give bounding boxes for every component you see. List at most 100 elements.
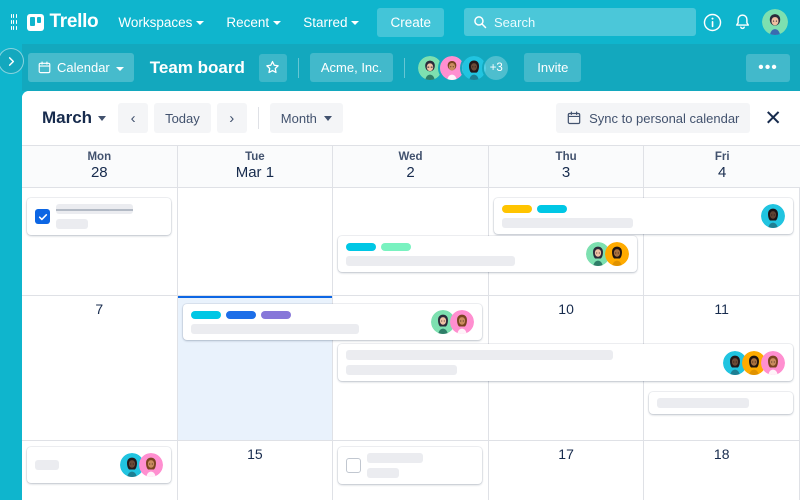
card-label-row: [501, 204, 755, 213]
sync-button-label: Sync to personal calendar: [589, 110, 740, 126]
member-2-avatar[interactable]: [449, 310, 474, 334]
card-member-avatars: [430, 310, 474, 334]
calendar-day-cell[interactable]: [177, 188, 334, 296]
month-selector[interactable]: March: [36, 104, 112, 132]
nav-item-recent[interactable]: Recent: [218, 9, 289, 36]
member-2-avatar[interactable]: [138, 453, 163, 477]
chevron-down-icon: [196, 21, 205, 25]
calendar-card[interactable]: [182, 304, 482, 340]
card-body: [346, 242, 580, 266]
search-icon: [474, 16, 487, 29]
chevron-down-icon: [115, 66, 124, 71]
star-button[interactable]: [258, 53, 287, 82]
day-header-name: Wed: [398, 151, 423, 163]
calendar-card[interactable]: [493, 198, 793, 234]
card-label-row: [346, 242, 580, 251]
trello-logo[interactable]: Trello: [27, 11, 99, 33]
calendar-day-cell-18[interactable]: 18: [644, 441, 800, 500]
search-input[interactable]: [494, 14, 687, 30]
card-label-row: [190, 310, 425, 319]
card-title-placeholder: [190, 323, 360, 334]
nav-item-starred[interactable]: Starred: [295, 9, 367, 36]
member-4-avatar[interactable]: [760, 204, 785, 228]
card-body: [35, 460, 114, 470]
day-header-name: Fri: [714, 151, 730, 163]
card-member-avatars: [586, 242, 630, 266]
card-body: [501, 204, 755, 228]
calendar-panel: March ‹ Today › Month Sync to personal c…: [22, 91, 800, 500]
member-5-avatar[interactable]: [605, 242, 630, 266]
board-header-bar: Calendar Team board Acme, Inc. +3 Invite…: [0, 44, 800, 91]
workspace-name-chip[interactable]: Acme, Inc.: [309, 53, 394, 82]
day-header-row: Mon 28 Tue Mar 1 Wed 2 Thu 3 Fri 4: [22, 146, 800, 188]
close-calendar-button[interactable]: ✕: [760, 108, 786, 129]
sync-personal-calendar-button[interactable]: Sync to personal calendar: [556, 103, 751, 133]
brand-name: Trello: [49, 11, 99, 32]
calendar-day-cell-15[interactable]: 15: [177, 441, 334, 500]
nav-label-starred: Starred: [303, 14, 348, 30]
invite-button[interactable]: Invite: [524, 53, 582, 82]
day-header-number: Mar 1: [235, 164, 275, 181]
calendar-day-cell-7[interactable]: 7: [22, 296, 178, 441]
calendar-card[interactable]: [649, 392, 793, 414]
calendar-weeks: 7891011 141: [22, 188, 800, 500]
day-header-name: Thu: [555, 151, 577, 163]
card-label[interactable]: [381, 242, 412, 251]
view-switcher-calendar[interactable]: Calendar: [28, 53, 134, 82]
card-title-placeholder: [56, 219, 88, 229]
day-header-thu: Thu 3: [488, 146, 645, 188]
calendar-day-cell-17[interactable]: 17: [488, 441, 645, 500]
grid-apps-icon[interactable]: [10, 13, 17, 31]
day-header-tue: Tue Mar 1: [177, 146, 334, 188]
member-2-avatar[interactable]: [760, 350, 785, 375]
today-button[interactable]: Today: [154, 103, 211, 133]
view-switcher-label: Calendar: [57, 60, 110, 75]
day-header-name: Tue: [245, 151, 265, 163]
create-button[interactable]: Create: [377, 7, 444, 37]
calendar-card[interactable]: [338, 447, 482, 484]
calendar-card[interactable]: [338, 344, 793, 381]
card-title-placeholder: [56, 204, 133, 214]
info-circle-icon[interactable]: [702, 12, 723, 33]
card-label[interactable]: [225, 310, 256, 319]
topnav-right-group: [702, 9, 790, 35]
notification-bell-icon[interactable]: [732, 12, 753, 33]
card-label[interactable]: [346, 242, 377, 251]
nav-label-recent: Recent: [226, 14, 270, 30]
day-header-name: Mon: [87, 151, 112, 163]
left-sidebar-rail: [0, 44, 22, 500]
nav-item-workspaces[interactable]: Workspaces: [110, 9, 212, 36]
range-selector[interactable]: Month: [269, 103, 343, 133]
day-number: 7: [95, 301, 104, 317]
calendar-card[interactable]: [27, 447, 171, 483]
chevron-down-icon: [273, 21, 282, 25]
calendar-grid: Mon28TueMar 1Wed2Thu3Fri4 7891011: [22, 145, 800, 500]
next-period-button[interactable]: ›: [216, 103, 247, 133]
calendar-card[interactable]: [338, 236, 638, 272]
top-navigation-bar: Trello Workspaces Recent Starred Create: [0, 0, 800, 44]
check-icon: [38, 213, 47, 220]
search-box[interactable]: [464, 8, 696, 36]
day-number: 17: [558, 446, 574, 462]
more-members-badge[interactable]: +3: [482, 53, 511, 82]
card-body: [190, 310, 425, 334]
chevron-down-icon: [98, 115, 107, 121]
board-menu-button[interactable]: •••: [746, 53, 790, 82]
card-checkbox-checked[interactable]: [35, 209, 50, 224]
card-member-avatars: [760, 204, 785, 228]
card-label[interactable]: [190, 310, 221, 319]
card-member-avatars: [119, 453, 163, 477]
card-member-avatars: [722, 350, 785, 375]
card-checkbox-unchecked[interactable]: [346, 458, 362, 473]
board-title: Team board: [149, 57, 245, 77]
calendar-card[interactable]: [27, 198, 171, 235]
nav-label-workspaces: Workspaces: [118, 14, 193, 30]
card-label[interactable]: [501, 204, 532, 213]
card-title-placeholder: [346, 350, 614, 360]
calendar-toolbar: March ‹ Today › Month Sync to personal c…: [22, 91, 800, 145]
user-avatar[interactable]: [762, 9, 788, 35]
card-label[interactable]: [260, 310, 291, 319]
trello-mark-icon: [27, 13, 45, 31]
card-label[interactable]: [536, 204, 567, 213]
prev-period-button[interactable]: ‹: [118, 103, 149, 133]
